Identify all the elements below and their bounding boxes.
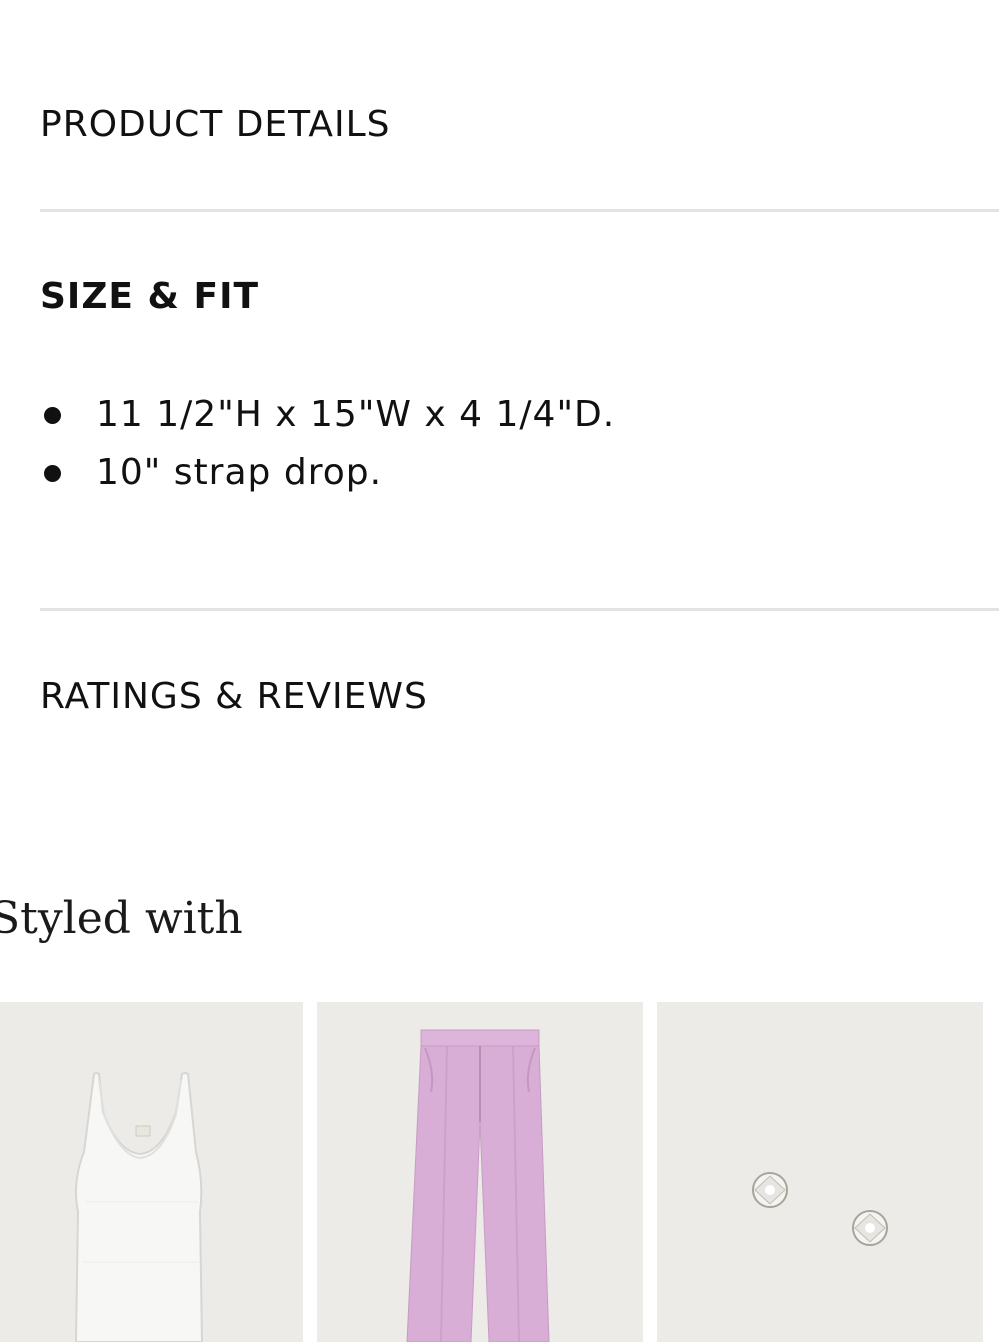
product-tile-tank-top[interactable]	[0, 1002, 303, 1342]
list-item: 11 1/2"H x 15"W x 4 1/4"D.	[40, 386, 615, 444]
size-fit-toggle[interactable]: SIZE & FIT	[40, 276, 259, 317]
earrings-image	[752, 1172, 888, 1246]
size-fit-list: 11 1/2"H x 15"W x 4 1/4"D. 10" strap dro…	[40, 386, 615, 502]
bullet-icon	[44, 407, 61, 424]
size-fit-dimensions: 11 1/2"H x 15"W x 4 1/4"D.	[96, 394, 616, 435]
tank-top-image	[74, 1072, 204, 1342]
list-item: 10" strap drop.	[40, 444, 615, 502]
trousers-image	[406, 1029, 550, 1342]
section-divider	[40, 608, 999, 611]
styled-with-heading: Styled with	[0, 893, 243, 944]
ratings-reviews-toggle[interactable]: RATINGS & REVIEWS	[40, 676, 428, 717]
product-tile-trousers[interactable]	[317, 1002, 643, 1342]
bullet-icon	[44, 465, 61, 482]
section-divider	[40, 209, 999, 212]
size-fit-strap-drop: 10" strap drop.	[96, 452, 383, 493]
product-tile-earrings[interactable]	[657, 1002, 983, 1342]
product-details-toggle[interactable]: PRODUCT DETAILS	[40, 104, 391, 145]
